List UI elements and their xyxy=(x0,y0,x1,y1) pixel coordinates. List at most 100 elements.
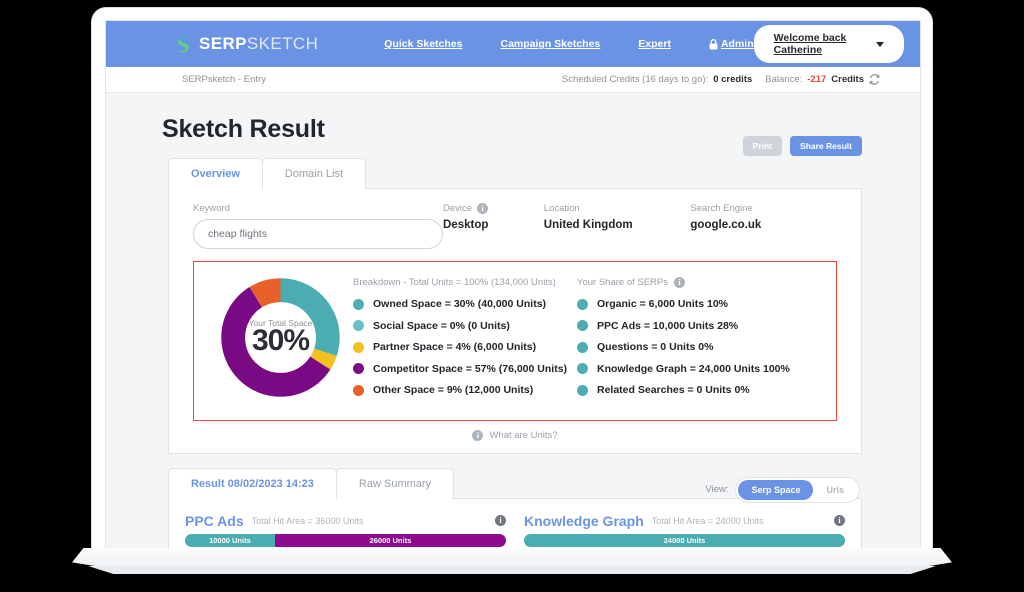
breakdown-item-partner: Partner Space = 4% (6,000 Units) xyxy=(373,341,537,353)
list-item: Competitor Space = 57% (76,000 Units) xyxy=(353,363,577,375)
laptop-base xyxy=(72,548,952,568)
laptop-mockup: SERPSKETCH Quick Sketches Campaign Sketc… xyxy=(0,0,1024,592)
breakdown-item-social: Social Space = 0% (0 Units) xyxy=(373,319,510,332)
what-are-units-link[interactable]: i What are Units? xyxy=(187,429,843,441)
balance-label: Balance: xyxy=(765,74,803,85)
tab-result-date[interactable]: Result 08/02/2023 14:23 xyxy=(168,467,337,499)
list-item: Knowledge Graph = 24,000 Units 100% xyxy=(577,363,822,375)
donut-chart-wrapper: Your Total Space 30% xyxy=(208,273,353,400)
result-card: PPC Ads Total Hit Area = 36000 Units i 1… xyxy=(168,497,862,550)
panel-subtitle-knowledge-graph: Total Hit Area = 24000 Units xyxy=(651,515,764,526)
balance-unit: Credits xyxy=(831,74,864,85)
credits-summary: Scheduled Credits (16 days to go): 0 cre… xyxy=(562,74,880,85)
browser-viewport: SERPSKETCH Quick Sketches Campaign Sketc… xyxy=(105,20,921,549)
breakdown-item-other: Other Space = 9% (12,000 Units) xyxy=(373,384,534,396)
legend-swatch-related-searches xyxy=(577,384,588,396)
laptop-base-shadow xyxy=(88,566,936,574)
share-of-serps-list: Your Share of SERPs i Organic = 6,000 Un… xyxy=(577,273,822,406)
legend-swatch-social xyxy=(353,320,364,331)
tab-domain-list[interactable]: Domain List xyxy=(261,158,366,189)
knowledge-graph-units-bar: 24000 Units xyxy=(524,533,845,547)
share-item-related-searches: Related Searches = 0 Units 0% xyxy=(597,384,750,396)
nav-link-expert[interactable]: Expert xyxy=(638,38,671,50)
share-item-knowledge-graph: Knowledge Graph = 24,000 Units 100% xyxy=(597,362,790,375)
bar-segment-owned: 24000 Units xyxy=(524,533,845,547)
location-field-group: Location United Kingdom xyxy=(544,203,691,231)
tab-raw-summary[interactable]: Raw Summary xyxy=(335,467,455,499)
keyword-field-group: Keyword xyxy=(193,203,443,249)
app-header: SERPSKETCH Quick Sketches Campaign Sketc… xyxy=(106,21,920,67)
share-heading: Your Share of SERPs xyxy=(577,277,669,288)
panel-knowledge-graph: Knowledge Graph Total Hit Area = 24000 U… xyxy=(524,513,845,550)
list-item: Social Space = 0% (0 Units) xyxy=(353,320,577,332)
nav-link-quick-sketches[interactable]: Quick Sketches xyxy=(384,38,462,50)
nav-link-admin[interactable]: Admin xyxy=(709,38,754,50)
list-item: Partner Space = 4% (6,000 Units) xyxy=(353,341,577,353)
lock-icon xyxy=(709,38,718,50)
share-item-questions: Questions = 0 Units 0% xyxy=(597,341,714,353)
list-item: Other Space = 9% (12,000 Units) xyxy=(353,384,577,396)
nav-link-campaign-sketches[interactable]: Campaign Sketches xyxy=(500,38,600,50)
info-icon[interactable]: i xyxy=(477,203,489,214)
brand-text-light: SKETCH xyxy=(246,34,319,53)
share-result-button[interactable]: Share Result xyxy=(790,136,862,156)
breakdown-heading: Breakdown - Total Units = 100% (134,000 … xyxy=(353,277,556,288)
bar-segment-owned-label: 24000 Units xyxy=(663,535,706,545)
brand-logo[interactable]: SERPSKETCH xyxy=(174,34,318,54)
legend-swatch-organic xyxy=(577,298,588,310)
overview-card-wrapper: Print Share Result Overview Domain List … xyxy=(168,136,862,454)
refresh-icon[interactable] xyxy=(869,74,880,85)
keyword-label: Keyword xyxy=(193,203,230,214)
breakdown-item-owned: Owned Space = 30% (40,000 Units) xyxy=(373,298,547,310)
breadcrumb: SERPsketch - Entry xyxy=(182,74,266,85)
location-value: United Kingdom xyxy=(543,219,633,231)
nav-link-admin-label: Admin xyxy=(720,38,754,50)
device-value: Desktop xyxy=(443,219,489,231)
legend-swatch-questions xyxy=(577,341,588,353)
panel-ppc-ads: PPC Ads Total Hit Area = 36000 Units i 1… xyxy=(185,513,506,550)
brand-text-bold: SERP xyxy=(199,34,247,53)
panel-header: PPC Ads Total Hit Area = 36000 Units i xyxy=(185,513,506,529)
card-toolbar: Print Share Result xyxy=(742,136,862,156)
bar-segment-owned-label: 10000 Units xyxy=(209,535,251,545)
bar-segment-owned: 10000 Units xyxy=(185,533,275,547)
meta-row: Keyword Device i Desktop Location xyxy=(187,203,843,249)
scheduled-credits-label: Scheduled Credits (16 days to go): xyxy=(561,74,709,85)
legend-swatch-partner xyxy=(353,341,364,353)
search-engine-label: Search Engine xyxy=(690,203,753,214)
device-label-text: Device xyxy=(443,203,473,214)
legend-swatch-other xyxy=(353,384,364,396)
credits-bar: SERPsketch - Entry Scheduled Credits (16… xyxy=(106,67,920,93)
bar-segment-competitor-label: 26000 Units xyxy=(369,535,412,545)
what-are-units-label: What are Units? xyxy=(489,429,558,441)
info-icon: i xyxy=(472,429,484,441)
share-item-ppc-ads: PPC Ads = 10,000 Units 28% xyxy=(597,319,739,332)
share-item-organic: Organic = 6,000 Units 10% xyxy=(597,298,729,310)
info-icon[interactable]: i xyxy=(674,277,686,288)
share-heading-row: Your Share of SERPs i xyxy=(577,277,822,288)
page-content: Sketch Result Print Share Result Overvie… xyxy=(106,115,920,549)
panel-subtitle-ppc-ads: Total Hit Area = 36000 Units xyxy=(251,515,364,526)
donut-percent: 30% xyxy=(251,323,310,357)
result-tabs: Result 08/02/2023 14:23 Raw Summary xyxy=(168,467,862,499)
user-menu-button[interactable]: Welcome back Catherine xyxy=(753,25,904,63)
list-item: Organic = 6,000 Units 10% xyxy=(577,298,822,310)
device-field-group: Device i Desktop xyxy=(443,203,544,231)
info-icon[interactable]: i xyxy=(495,515,506,526)
search-engine-value: google.co.uk xyxy=(690,219,762,231)
keyword-input[interactable] xyxy=(193,219,443,249)
result-section: View: Serp Space Urls Result 08/02/2023 … xyxy=(168,467,862,550)
overview-tabs: Overview Domain List xyxy=(168,158,862,189)
info-icon[interactable]: i xyxy=(834,515,845,526)
print-button[interactable]: Print xyxy=(742,136,783,156)
legend-swatch-knowledge-graph xyxy=(577,363,588,374)
donut-center-label: Your Total Space 30% xyxy=(218,275,343,400)
tab-overview[interactable]: Overview xyxy=(168,158,263,189)
legend-swatch-competitor xyxy=(353,363,364,374)
legend-swatch-ppc xyxy=(577,320,588,331)
balance-value: -217 xyxy=(807,74,827,85)
location-label: Location xyxy=(543,203,580,214)
chevron-down-icon xyxy=(876,41,884,47)
device-label: Device i xyxy=(443,203,544,214)
overview-card: Keyword Device i Desktop Location xyxy=(168,188,862,454)
